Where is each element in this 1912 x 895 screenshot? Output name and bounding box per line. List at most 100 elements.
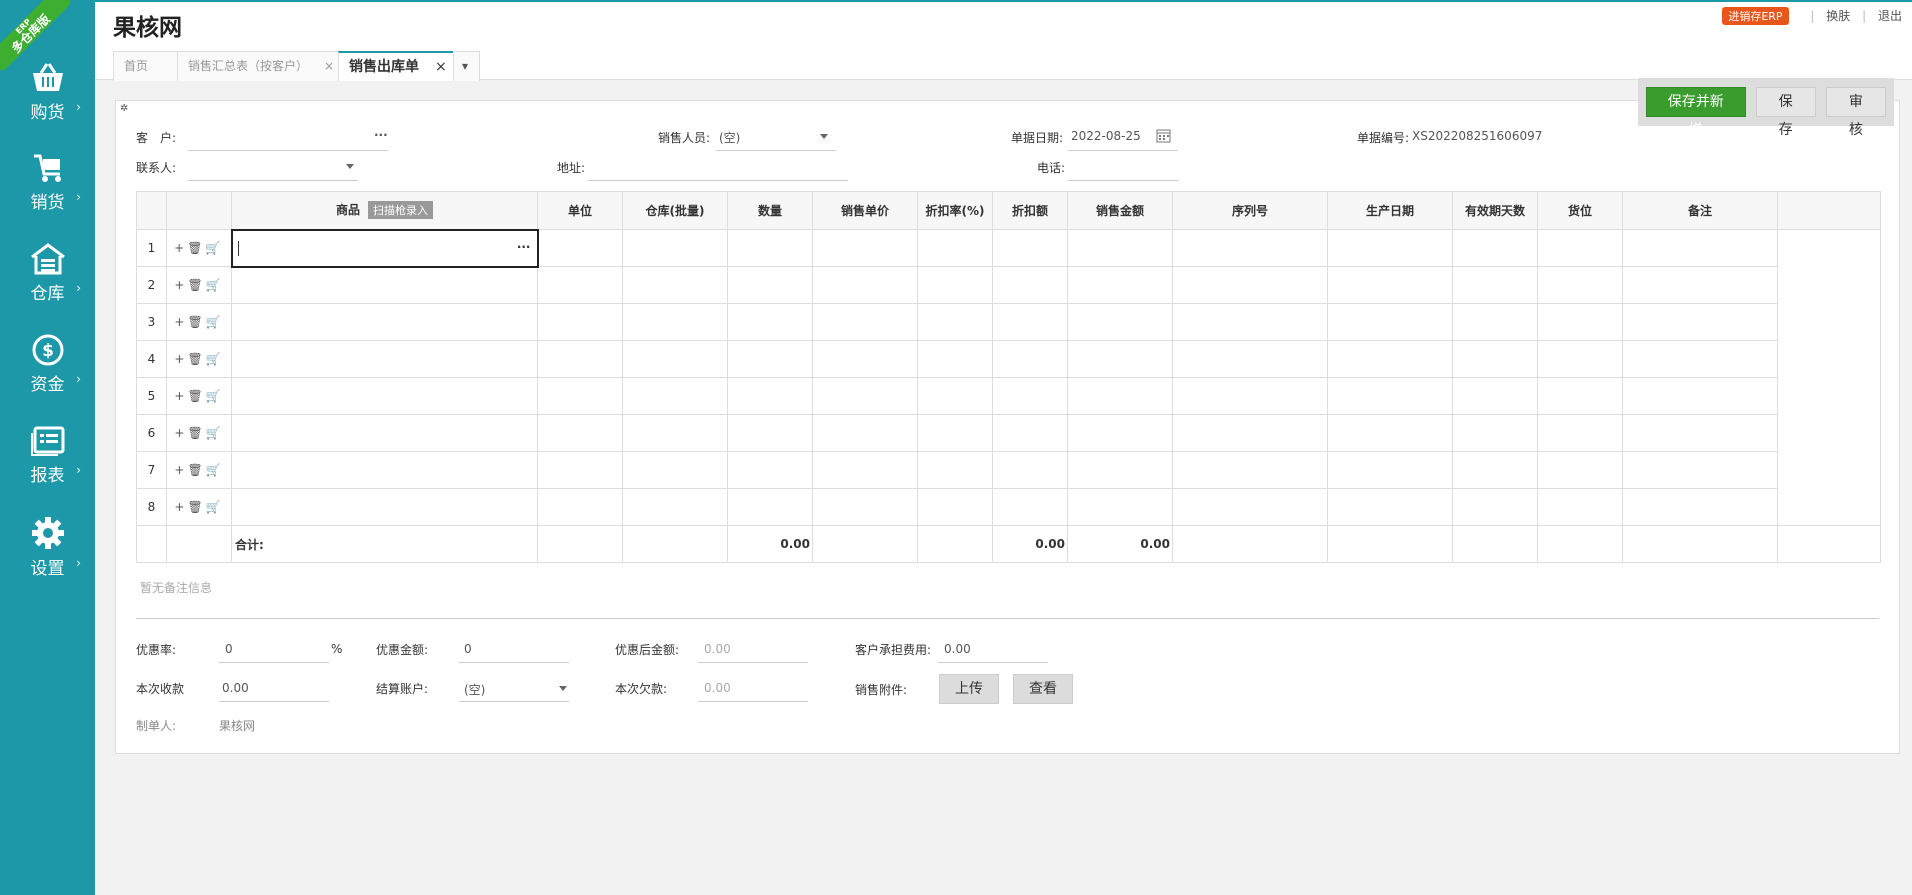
cart-small-icon[interactable]: 🛒 [206, 463, 224, 477]
grid-cell[interactable] [1067, 414, 1173, 452]
audit-button[interactable]: 审核 [1825, 87, 1886, 138]
product-cell[interactable] [231, 266, 538, 304]
grid-cell[interactable] [992, 229, 1068, 267]
grid-cell[interactable] [812, 488, 918, 526]
grid-cell[interactable] [992, 266, 1068, 304]
grid-cell[interactable] [1622, 488, 1778, 526]
grid-cell[interactable] [727, 377, 813, 415]
grid-cell[interactable] [1327, 377, 1453, 415]
cart-small-icon[interactable]: 🛒 [206, 389, 224, 403]
grid-cell[interactable] [727, 266, 813, 304]
address-field[interactable] [588, 180, 848, 181]
grid-cell[interactable] [1327, 229, 1453, 267]
grid-cell[interactable] [992, 488, 1068, 526]
grid-cell[interactable] [1172, 451, 1328, 489]
add-row-icon[interactable]: + [174, 278, 187, 292]
cart-small-icon[interactable]: 🛒 [206, 426, 224, 440]
grid-cell[interactable] [1327, 451, 1453, 489]
grid-cell[interactable] [1172, 340, 1328, 378]
grid-cell[interactable] [1327, 340, 1453, 378]
save-button[interactable]: 保存 [1755, 87, 1816, 138]
grid-cell[interactable] [917, 377, 993, 415]
grid-cell[interactable] [1452, 229, 1538, 267]
cart-small-icon[interactable]: 🛒 [206, 315, 224, 329]
grid-cell[interactable] [537, 377, 623, 415]
grid-cell[interactable] [1622, 266, 1778, 304]
grid-cell[interactable] [992, 303, 1068, 341]
phone-field[interactable] [1068, 180, 1178, 181]
grid-cell[interactable] [1622, 414, 1778, 452]
customer-fee-field[interactable]: 0.00 [944, 642, 971, 656]
grid-cell[interactable] [1537, 340, 1623, 378]
product-cell[interactable] [231, 340, 538, 378]
grid-cell[interactable] [917, 266, 993, 304]
calendar-icon[interactable] [1156, 128, 1171, 143]
grid-cell[interactable] [1537, 414, 1623, 452]
grid-cell[interactable] [1622, 229, 1778, 267]
grid-cell[interactable] [1537, 451, 1623, 489]
add-row-icon[interactable]: + [174, 241, 187, 255]
add-row-icon[interactable]: + [174, 315, 187, 329]
grid-cell[interactable] [1452, 488, 1538, 526]
grid-cell[interactable] [1067, 488, 1173, 526]
erp-badge[interactable]: 进销存ERP [1722, 7, 1789, 25]
grid-cell[interactable] [1327, 488, 1453, 526]
grid-cell[interactable] [1067, 340, 1173, 378]
sidebar-item-settings[interactable]: 设置 › [0, 516, 95, 596]
sidebar-item-reports[interactable]: 报表 › [0, 425, 95, 505]
account-select[interactable]: (空) [464, 681, 485, 698]
grid-cell[interactable] [1537, 377, 1623, 415]
grid-cell[interactable] [1622, 340, 1778, 378]
grid-cell[interactable] [537, 229, 623, 267]
product-picker-dots[interactable]: ··· [517, 240, 531, 254]
grid-cell[interactable] [1067, 229, 1173, 267]
grid-cell[interactable] [1537, 303, 1623, 341]
received-field[interactable]: 0.00 [222, 681, 249, 695]
change-skin-link[interactable]: 换肤 [1826, 9, 1850, 23]
grid-cell[interactable] [1172, 377, 1328, 415]
grid-cell[interactable] [1537, 266, 1623, 304]
chevron-down-icon[interactable] [820, 134, 828, 139]
grid-cell[interactable] [992, 414, 1068, 452]
grid-cell[interactable] [812, 414, 918, 452]
grid-cell[interactable] [622, 451, 728, 489]
grid-cell[interactable] [812, 340, 918, 378]
grid-cell[interactable] [1452, 266, 1538, 304]
grid-cell[interactable] [537, 451, 623, 489]
cart-small-icon[interactable]: 🛒 [206, 500, 224, 514]
product-cell[interactable] [231, 414, 538, 452]
cart-small-icon[interactable]: 🛒 [206, 352, 224, 366]
add-row-icon[interactable]: + [174, 352, 187, 366]
salesperson-select[interactable] [716, 150, 836, 151]
sidebar-item-warehouse[interactable]: 仓库 › [0, 243, 95, 323]
sidebar-item-purchase[interactable]: 购货 › [0, 62, 95, 142]
grid-cell[interactable] [917, 488, 993, 526]
upload-button[interactable]: 上传 [939, 674, 999, 704]
grid-cell[interactable] [1622, 451, 1778, 489]
chevron-down-icon[interactable] [559, 686, 567, 691]
grid-cell[interactable] [917, 414, 993, 452]
delete-row-icon[interactable]: 🗑 [187, 278, 205, 292]
grid-cell[interactable] [622, 303, 728, 341]
grid-cell[interactable] [1172, 488, 1328, 526]
view-button[interactable]: 查看 [1013, 674, 1073, 704]
grid-cell[interactable] [917, 303, 993, 341]
grid-cell[interactable] [917, 451, 993, 489]
grid-cell[interactable] [1537, 229, 1623, 267]
grid-cell[interactable] [1067, 377, 1173, 415]
grid-cell[interactable] [812, 266, 918, 304]
grid-cell[interactable] [992, 340, 1068, 378]
grid-cell[interactable] [1537, 488, 1623, 526]
grid-cell[interactable] [917, 229, 993, 267]
grid-cell[interactable] [537, 303, 623, 341]
customer-picker-dots[interactable]: ··· [374, 128, 388, 142]
chevron-down-icon[interactable] [346, 164, 354, 169]
add-row-icon[interactable]: + [174, 463, 187, 477]
grid-cell[interactable] [1067, 303, 1173, 341]
delete-row-icon[interactable]: 🗑 [187, 389, 205, 403]
product-cell-editor[interactable]: ··· [230, 228, 539, 268]
product-cell[interactable] [231, 488, 538, 526]
close-icon[interactable]: × [435, 59, 447, 75]
grid-cell[interactable] [1452, 414, 1538, 452]
date-value[interactable]: 2022-08-25 [1071, 129, 1141, 143]
